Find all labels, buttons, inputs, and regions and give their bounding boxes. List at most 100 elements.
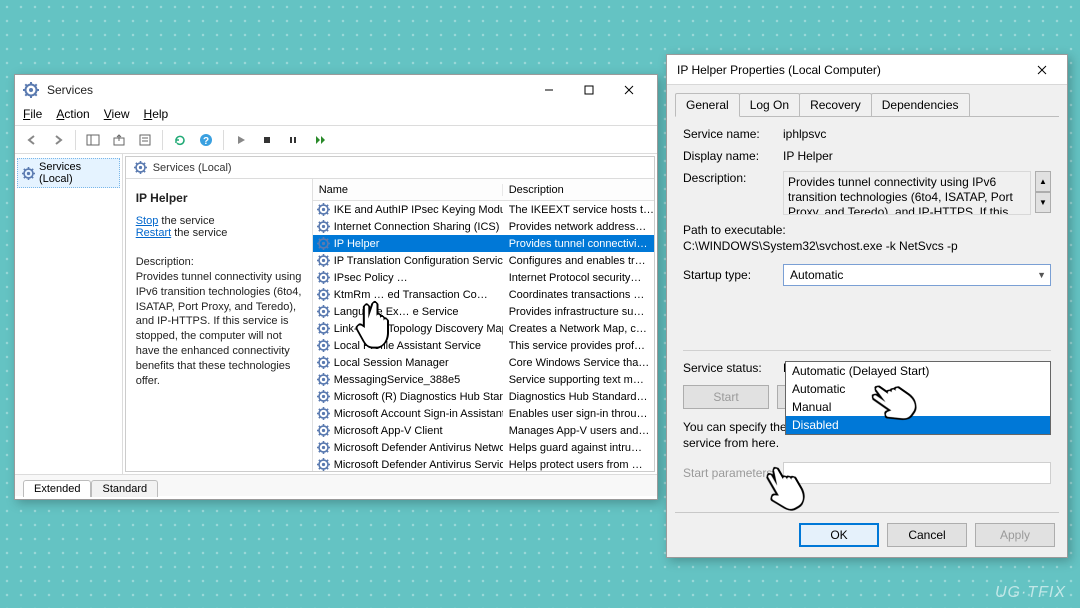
service-icon	[317, 339, 330, 352]
dialog-titlebar[interactable]: IP Helper Properties (Local Computer)	[667, 55, 1067, 85]
chevron-down-icon: ▼	[1037, 270, 1046, 280]
service-icon	[317, 305, 330, 318]
tab-recovery[interactable]: Recovery	[799, 93, 872, 117]
tab-extended[interactable]: Extended	[23, 480, 91, 497]
table-row[interactable]: IP Translation Configuration ServiceConf…	[313, 252, 654, 269]
service-icon	[317, 254, 330, 267]
service-icon	[317, 203, 330, 216]
right-pane-header: Services (Local)	[126, 157, 654, 179]
close-button[interactable]	[609, 76, 649, 104]
service-icon	[317, 424, 330, 437]
scroll-down-icon: ▼	[1035, 192, 1051, 213]
table-row[interactable]: Microsoft App-V ClientManages App-V user…	[313, 422, 654, 439]
stop-link[interactable]: Stop	[136, 215, 159, 227]
minimize-button[interactable]	[529, 76, 569, 104]
toolbar: ?	[15, 126, 657, 154]
watermark: UG·TFIX	[995, 584, 1066, 602]
value-display-name: IP Helper	[783, 149, 1051, 163]
table-row[interactable]: Link-Layer Topology Discovery MapperCrea…	[313, 320, 654, 337]
table-row[interactable]: Internet Connection Sharing (ICS)Provide…	[313, 218, 654, 235]
refresh-button[interactable]	[169, 129, 191, 151]
value-path: C:\WINDOWS\System32\svchost.exe -k NetSv…	[683, 239, 1051, 255]
dropdown-option[interactable]: Disabled	[786, 416, 1050, 434]
menu-help[interactable]: Help	[144, 107, 169, 121]
tab-standard[interactable]: Standard	[91, 480, 158, 497]
restart-link[interactable]: Restart	[136, 227, 171, 239]
titlebar[interactable]: Services	[15, 75, 657, 105]
table-row[interactable]: Local Profile Assistant ServiceThis serv…	[313, 337, 654, 354]
label-service-name: Service name:	[683, 127, 783, 141]
service-icon	[317, 390, 330, 403]
service-icon	[317, 220, 330, 233]
table-row[interactable]: Microsoft Defender Antivirus Network I…H…	[313, 439, 654, 456]
label-status: Service status:	[683, 361, 783, 375]
table-row[interactable]: MessagingService_388e5Service supporting…	[313, 371, 654, 388]
table-row[interactable]: IKE and AuthIP IPsec Keying ModulesThe I…	[313, 201, 654, 218]
description-label: Description:	[136, 255, 302, 270]
dropdown-option[interactable]: Automatic	[786, 380, 1050, 398]
maximize-button[interactable]	[569, 76, 609, 104]
dropdown-option[interactable]: Automatic (Delayed Start)	[786, 362, 1050, 380]
properties-button[interactable]	[134, 129, 156, 151]
startup-dropdown[interactable]: Automatic (Delayed Start)AutomaticManual…	[785, 361, 1051, 435]
apply-button[interactable]: Apply	[975, 523, 1055, 547]
service-icon	[317, 441, 330, 454]
start-button[interactable]: Start	[683, 385, 769, 409]
svg-text:?: ?	[203, 136, 209, 147]
table-row[interactable]: Microsoft Account Sign-in AssistantEnabl…	[313, 405, 654, 422]
selected-service-heading: IP Helper	[136, 191, 302, 205]
help-button[interactable]: ?	[195, 129, 217, 151]
tab-dependencies[interactable]: Dependencies	[871, 93, 970, 117]
detail-pane: IP Helper Stop the service Restart the s…	[126, 179, 312, 471]
table-row[interactable]: Language Ex… e ServiceProvides infrastru…	[313, 303, 654, 320]
label-path: Path to executable:	[683, 223, 1051, 239]
table-row[interactable]: Microsoft Defender Antivirus ServiceHelp…	[313, 456, 654, 471]
cancel-button[interactable]: Cancel	[887, 523, 967, 547]
dialog-tabs: General Log On Recovery Dependencies	[675, 93, 1059, 117]
export-button[interactable]	[108, 129, 130, 151]
services-icon	[23, 82, 39, 98]
tab-logon[interactable]: Log On	[739, 93, 800, 117]
forward-button[interactable]	[47, 129, 69, 151]
services-list[interactable]: Name Description IKE and AuthIP IPsec Ke…	[312, 179, 654, 471]
description-box: Provides tunnel connectivity using IPv6 …	[783, 171, 1031, 215]
dropdown-option[interactable]: Manual	[786, 398, 1050, 416]
col-description[interactable]: Description	[503, 184, 654, 196]
description-scroll[interactable]: ▲▼	[1035, 171, 1051, 213]
table-row[interactable]: KtmRm … ed Transaction Co…Coordinates tr…	[313, 286, 654, 303]
service-icon	[317, 322, 330, 335]
start-service-button[interactable]	[230, 129, 252, 151]
back-button[interactable]	[21, 129, 43, 151]
service-icon	[317, 407, 330, 420]
table-row[interactable]: IPsec Policy …Internet Protocol security…	[313, 269, 654, 286]
menu-action[interactable]: Action	[56, 107, 89, 121]
pause-service-button[interactable]	[282, 129, 304, 151]
tree-item-services-local[interactable]: Services (Local)	[17, 158, 120, 188]
window-title: Services	[47, 83, 93, 97]
label-start-params: Start parameters:	[683, 466, 783, 480]
description-text: Provides tunnel connectivity using IPv6 …	[136, 270, 302, 389]
menubar: File Action View Help	[15, 105, 657, 126]
column-headers[interactable]: Name Description	[313, 179, 654, 201]
service-icon	[317, 373, 330, 386]
label-display-name: Display name:	[683, 149, 783, 163]
service-icon	[317, 237, 330, 250]
value-service-name: iphlpsvc	[783, 127, 1051, 141]
startup-type-select[interactable]: Automatic ▼	[783, 264, 1051, 286]
menu-file[interactable]: File	[23, 107, 42, 121]
table-row[interactable]: Microsoft (R) Diagnostics Hub Standar…Di…	[313, 388, 654, 405]
restart-service-button[interactable]	[308, 129, 330, 151]
col-name[interactable]: Name	[313, 184, 503, 196]
dialog-close-button[interactable]	[1027, 56, 1057, 84]
table-row[interactable]: IP HelperProvides tunnel connectivi…	[313, 235, 654, 252]
ok-button[interactable]: OK	[799, 523, 879, 547]
show-hide-tree-button[interactable]	[82, 129, 104, 151]
tab-general[interactable]: General	[675, 93, 740, 117]
start-params-input[interactable]	[783, 462, 1051, 484]
stop-service-button[interactable]	[256, 129, 278, 151]
service-icon	[317, 288, 330, 301]
menu-view[interactable]: View	[104, 107, 130, 121]
table-row[interactable]: Local Session ManagerCore Windows Servic…	[313, 354, 654, 371]
dialog-title: IP Helper Properties (Local Computer)	[677, 63, 881, 77]
view-tabs: Extended Standard	[15, 474, 657, 496]
